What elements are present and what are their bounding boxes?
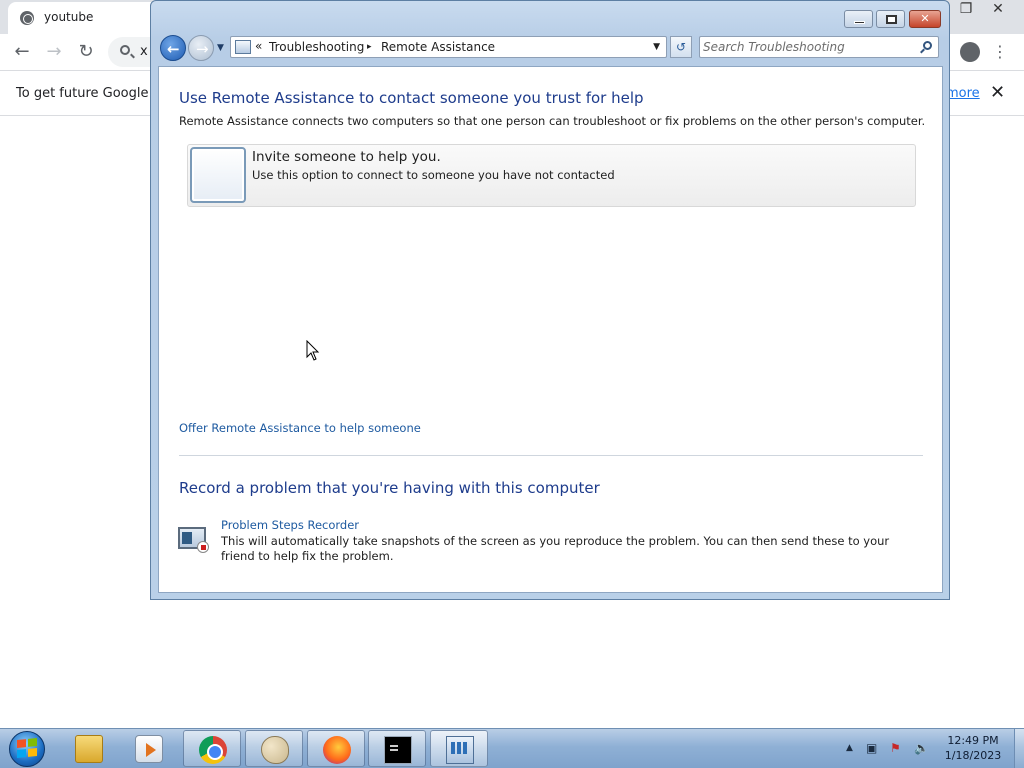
search-icon[interactable]	[923, 41, 932, 50]
chrome-reload-icon[interactable]: ↻	[76, 42, 96, 62]
search-icon	[120, 45, 130, 55]
chrome-back-icon[interactable]: ←	[12, 42, 32, 62]
chrome-restore-button[interactable]: ❐	[954, 0, 978, 18]
remote-assistance-heading: Use Remote Assistance to contact someone…	[179, 89, 644, 107]
profile-icon[interactable]	[960, 42, 980, 62]
invite-title: Invite someone to help you.	[252, 149, 441, 165]
taskbar-cmd-button[interactable]	[368, 730, 426, 767]
breadcrumb-remote-assistance[interactable]: Remote Assistance	[381, 40, 495, 54]
firefox-icon	[323, 736, 351, 764]
search-box[interactable]	[699, 36, 939, 58]
recent-pages-dropdown-icon[interactable]: ▼	[217, 43, 224, 53]
more-vert-icon[interactable]: ⋮	[992, 42, 1008, 61]
refresh-button[interactable]: ↺	[670, 36, 692, 58]
back-button[interactable]: ←	[160, 35, 186, 61]
infobar-close-icon[interactable]: ✕	[990, 82, 1005, 103]
invite-icon	[190, 147, 246, 203]
address-bar[interactable]: « Troubleshooting ▸ Remote Assistance ▼	[230, 36, 667, 58]
chrome-omnibox-value: x	[140, 44, 148, 59]
taskbar-chrome-button[interactable]	[183, 730, 241, 767]
clock-time: 12:49 PM	[947, 734, 999, 747]
troubleshooting-window: ✕ ← → ▼ « Troubleshooting ▸ Remote Assis…	[150, 0, 950, 600]
chrome-forward-icon[interactable]: →	[44, 42, 64, 62]
section-divider	[179, 455, 923, 456]
volume-icon[interactable]: 🔈	[914, 741, 929, 755]
problem-steps-recorder-link[interactable]: Problem Steps Recorder	[221, 518, 359, 532]
problem-steps-recorder-description: This will automatically take snapshots o…	[221, 534, 890, 563]
globe-icon	[20, 11, 34, 25]
maximize-button[interactable]	[876, 10, 905, 28]
control-panel-icon	[235, 40, 251, 54]
screen-bar-icon	[182, 532, 192, 544]
invite-subtitle: Use this option to connect to someone yo…	[252, 168, 615, 182]
chrome-close-button[interactable]: ✕	[986, 0, 1010, 18]
taskbar-media-player-button[interactable]	[120, 730, 178, 767]
taskbar-explorer-button[interactable]	[60, 730, 118, 767]
maximize-icon	[886, 15, 897, 24]
search-input[interactable]	[703, 39, 913, 55]
clock[interactable]: 12:49 PM 1/18/2023	[930, 733, 1016, 763]
show-desktop-button[interactable]	[1014, 729, 1024, 768]
taskbar-paint-button[interactable]	[245, 730, 303, 767]
minimize-button[interactable]	[844, 10, 873, 28]
breadcrumb-separator-icon[interactable]: ▸	[367, 42, 372, 52]
clock-date: 1/18/2023	[944, 749, 1002, 762]
offer-remote-assistance-link[interactable]: Offer Remote Assistance to help someone	[179, 421, 421, 435]
network-icon[interactable]: ▣	[866, 741, 877, 755]
close-button[interactable]: ✕	[909, 10, 941, 28]
command-prompt-icon	[384, 736, 412, 764]
chrome-icon	[199, 736, 227, 764]
problem-steps-recorder-icon[interactable]	[178, 525, 211, 554]
address-overflow-chevron[interactable]: «	[255, 39, 262, 53]
windows-logo-icon	[17, 737, 37, 759]
folder-icon	[75, 735, 103, 763]
control-panel-icon	[446, 736, 474, 764]
breadcrumb-troubleshooting[interactable]: Troubleshooting	[269, 40, 364, 54]
remote-assistance-description: Remote Assistance connects two computers…	[179, 114, 926, 128]
record-problem-heading: Record a problem that you're having with…	[179, 479, 600, 497]
paint-palette-icon	[261, 736, 289, 764]
media-player-icon	[135, 735, 163, 763]
chrome-tab-title: youtube	[44, 10, 94, 24]
taskbar-control-panel-button[interactable]	[430, 730, 488, 767]
back-arrow-icon: ←	[167, 40, 180, 58]
address-dropdown-icon[interactable]: ▼	[653, 42, 660, 52]
forward-arrow-icon: →	[196, 40, 209, 58]
show-hidden-icons-icon[interactable]: ▲	[846, 743, 853, 753]
close-icon: ✕	[920, 12, 930, 25]
record-icon	[197, 541, 209, 553]
infobar-learn-more-link[interactable]: more	[946, 86, 980, 101]
infobar-message: To get future Google Ch	[16, 86, 170, 101]
action-center-icon[interactable]: ⚑	[890, 741, 901, 755]
forward-button[interactable]: →	[188, 35, 214, 61]
content-pane: Use Remote Assistance to contact someone…	[158, 66, 943, 593]
mouse-cursor-icon	[306, 339, 320, 362]
start-button[interactable]	[5, 729, 49, 768]
minimize-icon	[854, 21, 865, 24]
taskbar-firefox-button[interactable]	[307, 730, 365, 767]
invite-someone-button[interactable]: Invite someone to help you. Use this opt…	[187, 144, 916, 207]
